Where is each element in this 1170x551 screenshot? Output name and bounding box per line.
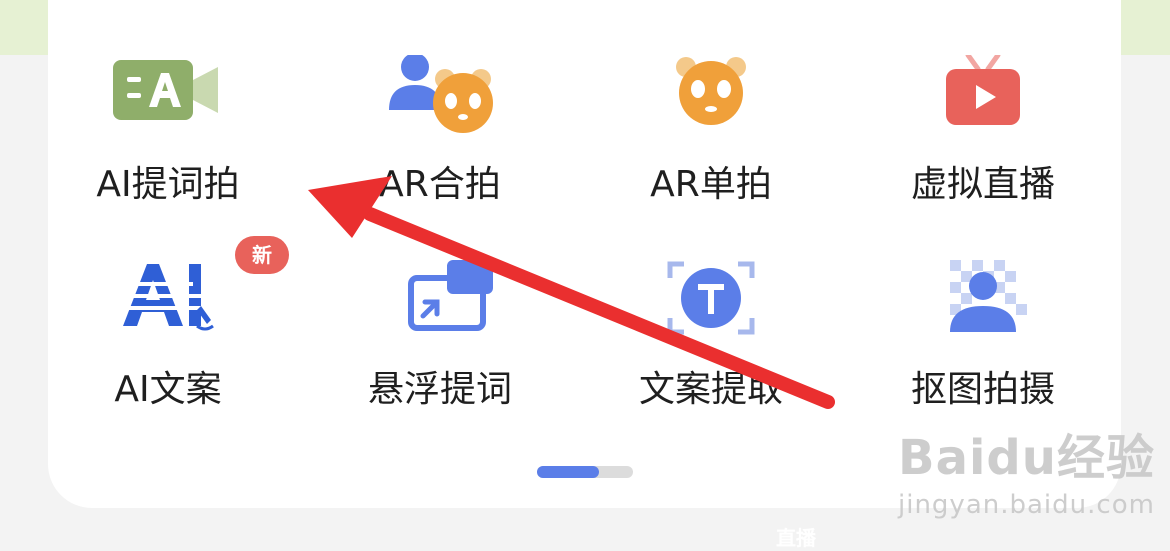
tool-label: 文案提取 xyxy=(638,369,783,410)
text-extract-icon xyxy=(656,260,766,350)
page-indicator-fill xyxy=(537,466,600,478)
page-indicator xyxy=(537,466,633,478)
tool-virtual-live[interactable]: 虚拟直播 xyxy=(883,55,1083,205)
tool-label: AI提词拍 xyxy=(96,164,240,205)
tool-cutout-shoot[interactable]: 抠图拍摄 xyxy=(883,260,1083,410)
tool-label: AR单拍 xyxy=(650,164,772,205)
watermark-main: Baidu经验 xyxy=(898,430,1155,486)
live-tag: 直播 xyxy=(776,526,816,550)
tool-ar-duet[interactable]: AR合拍 xyxy=(340,55,540,205)
tool-ar-single[interactable]: AR单拍 xyxy=(611,55,811,205)
cutout-shoot-icon xyxy=(928,260,1038,350)
ai-teleprompter-camera-icon xyxy=(113,55,223,145)
tool-label: AR合拍 xyxy=(379,164,501,205)
watermark-sub: jingyan.baidu.com xyxy=(898,490,1155,520)
tool-ai-copywriting[interactable]: AI文案 xyxy=(68,260,268,410)
tool-floating-prompt[interactable]: 直播 悬浮提词 xyxy=(340,260,816,550)
tool-ai-teleprompter[interactable]: AI提词拍 xyxy=(68,55,268,205)
ar-duet-panda-icon xyxy=(385,55,495,145)
tool-label: 悬浮提词 xyxy=(367,369,512,410)
ai-copywriting-icon xyxy=(113,260,223,350)
tool-label: 虚拟直播 xyxy=(910,164,1055,205)
new-badge: 新 xyxy=(235,236,289,274)
virtual-live-tv-icon xyxy=(928,55,1038,145)
tool-label: 抠图拍摄 xyxy=(910,369,1055,410)
baidu-watermark: Baidu经验 jingyan.baidu.com xyxy=(898,418,1155,520)
ar-single-panda-icon xyxy=(656,55,766,145)
tool-text-extract[interactable]: 文案提取 xyxy=(611,260,811,410)
tool-label: AI文案 xyxy=(114,369,222,410)
floating-prompt-icon xyxy=(385,260,495,350)
